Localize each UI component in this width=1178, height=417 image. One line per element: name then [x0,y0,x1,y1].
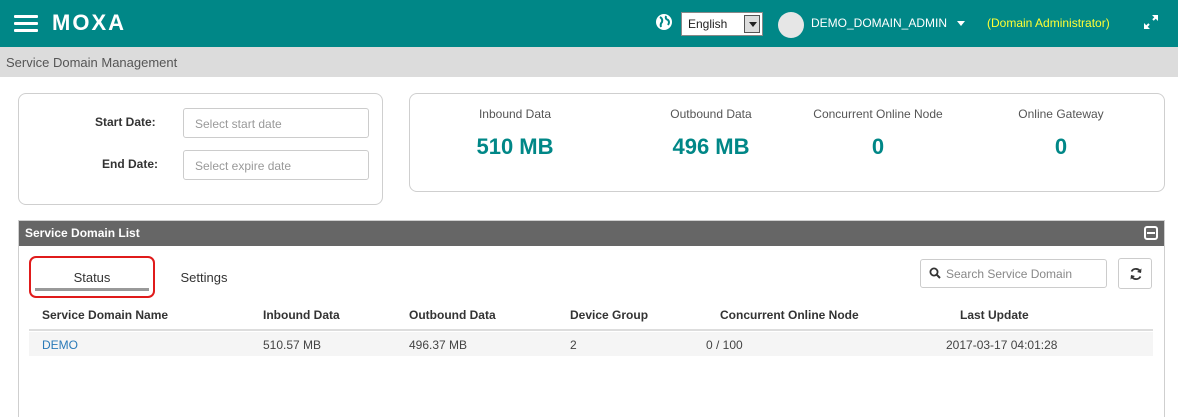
service-domain-list-panel: Service Domain List Status Settings Sear… [18,220,1165,417]
end-date-label: End Date: [102,157,159,171]
stat-label: Online Gateway [1018,107,1104,121]
user-menu[interactable]: DEMO_DOMAIN_ADMIN [811,16,947,30]
breadcrumb-bar: Service Domain Management [0,47,1178,77]
refresh-icon [1130,268,1142,280]
table-cell: 2 [570,338,577,352]
stat-label: Outbound Data [670,107,752,121]
language-value: English [688,17,728,31]
stat-value: 0 [1054,134,1068,159]
chevron-down-icon[interactable] [744,15,760,33]
user-caret-icon[interactable] [957,21,965,26]
avatar[interactable] [778,12,804,38]
globe-icon [656,14,672,30]
logo: MOXA [52,10,126,35]
search-input[interactable]: Search Service Domain [920,259,1107,288]
collapse-icon[interactable] [1144,226,1158,240]
start-date-input[interactable]: Select start date [183,108,369,138]
search-placeholder: Search Service Domain [946,267,1073,281]
search-icon [929,267,941,279]
end-date-input[interactable]: Select expire date [183,150,369,180]
column-header[interactable]: Inbound Data [263,308,340,322]
column-header[interactable]: Outbound Data [409,308,496,322]
list-title: Service Domain List [25,226,140,240]
breadcrumb: Service Domain Management [6,55,178,70]
tab-status[interactable]: Status [29,256,155,298]
refresh-button[interactable] [1118,258,1152,289]
date-filter-panel: Start Date: Select start date End Date: … [18,93,383,205]
tab-label: Status [73,270,111,285]
menu-icon[interactable] [14,15,38,33]
top-bar: MOXA English DEMO_DOMAIN_ADMIN (Domain A… [0,0,1178,47]
column-header[interactable]: Device Group [570,308,648,322]
table-row[interactable]: DEMO 510.57 MB 496.37 MB 2 0 / 100 2017-… [29,332,1153,356]
header-divider [29,329,1153,331]
table-cell: 510.57 MB [263,338,322,352]
column-header[interactable]: Service Domain Name [42,308,168,322]
table-cell: 0 / 100 [706,338,743,352]
stat-value: 0 [871,134,885,159]
tab-settings[interactable]: Settings [169,270,239,285]
list-header: Service Domain List [19,221,1164,246]
column-header[interactable]: Concurrent Online Node [720,308,859,322]
stat-label: Inbound Data [478,107,552,121]
domain-name-link[interactable]: DEMO [42,338,78,352]
start-date-label: Start Date: [95,115,156,129]
stat-value: 510 MB [476,134,554,159]
table-cell: 496.37 MB [409,338,468,352]
expand-icon[interactable] [1142,13,1160,31]
column-header[interactable]: Last Update [960,308,1029,322]
active-tab-indicator [35,288,149,291]
language-select[interactable]: English [681,12,763,36]
stats-panel: Inbound Data 510 MB Outbound Data 496 MB… [409,93,1165,192]
user-role: (Domain Administrator) [987,16,1110,30]
table-cell: 2017-03-17 04:01:28 [946,338,1058,352]
stat-label: Concurrent Online Node [813,107,943,121]
stat-value: 496 MB [672,134,750,159]
